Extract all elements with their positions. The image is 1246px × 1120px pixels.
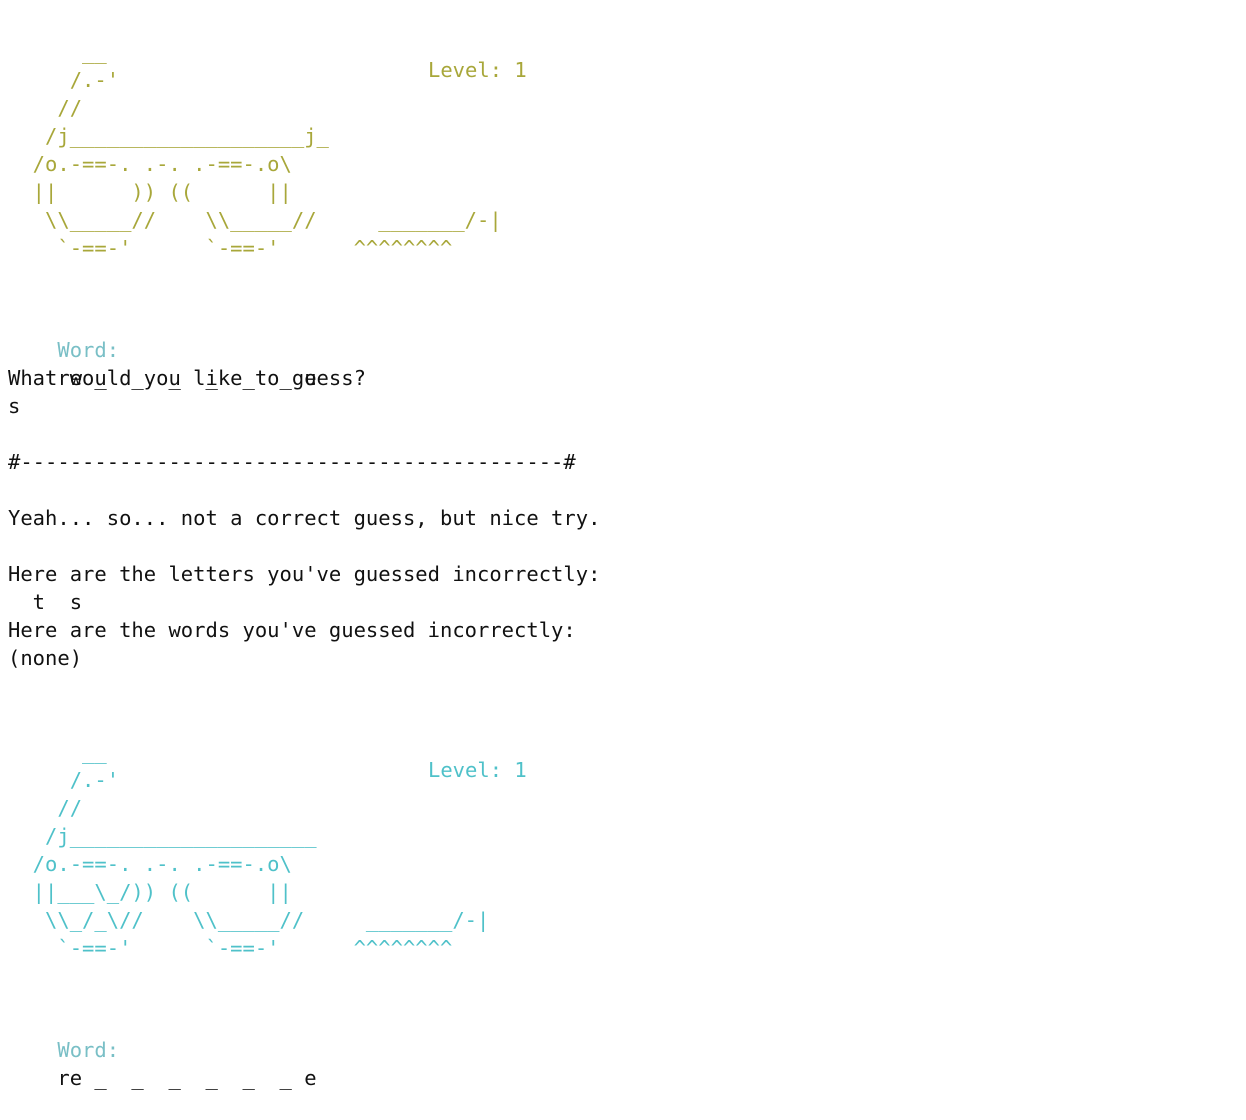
divider: #---------------------------------------…: [8, 450, 576, 474]
guess-input-echo: s: [8, 394, 21, 418]
word-label: Word:: [57, 338, 120, 362]
incorrect-words-header: Here are the words you've guessed incorr…: [8, 618, 576, 642]
incorrect-words-list: (none): [8, 646, 83, 670]
hangman-glasses-art: __ /.-' // /j____________________ /o.-==…: [32, 740, 490, 960]
word-label: Word:: [57, 1038, 120, 1062]
guess-prompt: What would you like to guess?: [8, 366, 366, 390]
incorrect-letters-list: t s: [8, 590, 83, 614]
word-line: Word: re _ _ _ _ _ _ e: [8, 308, 316, 390]
word-progress: re _ _ _ _ _ _ e: [57, 1066, 317, 1090]
feedback-message: Yeah... so... not a correct guess, but n…: [8, 506, 601, 530]
level-indicator: Level: 1: [428, 58, 527, 82]
level-indicator: Level: 1: [428, 758, 527, 782]
incorrect-letters-header: Here are the letters you've guessed inco…: [8, 562, 601, 586]
word-line: Word: re _ _ _ _ _ _ e: [8, 1008, 316, 1090]
